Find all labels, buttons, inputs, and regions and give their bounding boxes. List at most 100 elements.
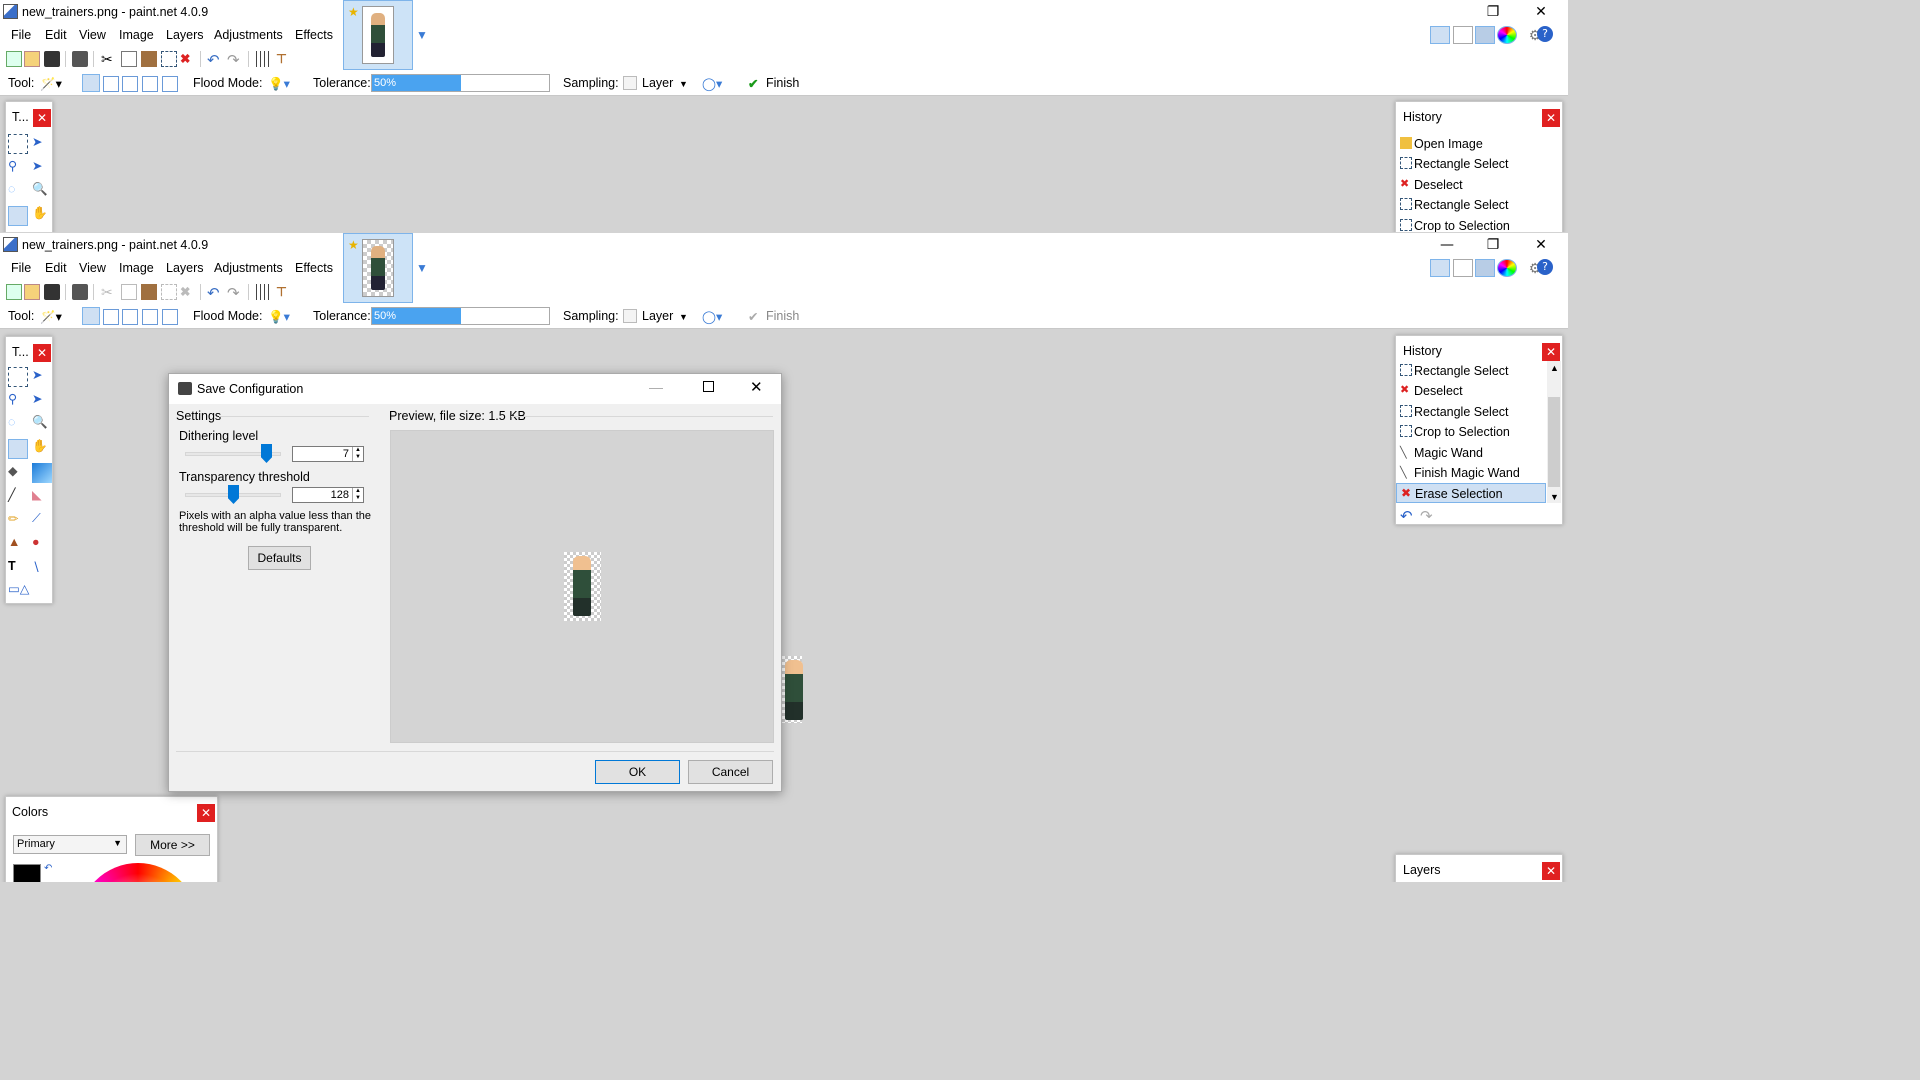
history-redo-icon[interactable]: ↷ (1420, 507, 1433, 525)
magic-wand-tool[interactable] (8, 206, 28, 226)
layers-window-toggle[interactable] (1475, 259, 1495, 277)
selection-mode-intersect[interactable] (142, 76, 158, 92)
cut-icon[interactable]: ✂ (101, 51, 117, 67)
history-close-button[interactable]: ✕ (1542, 109, 1560, 127)
ruler-icon[interactable]: ⊤ (276, 51, 292, 67)
shapes-tool[interactable]: ▭△ (8, 581, 48, 601)
dialog-maximize-button[interactable] (703, 381, 714, 392)
transparency-value-input[interactable]: 128 ▲ ▼ (292, 487, 364, 503)
colors-window-toggle[interactable] (1497, 259, 1517, 277)
text-tool[interactable]: T (8, 559, 28, 579)
rectangle-select-tool[interactable] (8, 134, 28, 154)
tools-close-button[interactable]: ✕ (33, 109, 51, 127)
zoom-tool[interactable]: 🔍 (32, 415, 52, 435)
tools-window-toggle[interactable] (1430, 26, 1450, 44)
history-item[interactable]: ✖ Deselect (1396, 175, 1546, 195)
menu-adjustments[interactable]: Adjustments (214, 28, 283, 42)
ellipse-select-tool[interactable]: ◌ (8, 182, 28, 202)
finish-button[interactable]: Finish (766, 76, 799, 90)
color-picker-tool[interactable]: ⟋ (32, 511, 52, 531)
history-scrollbar[interactable]: ▲ ▼ (1547, 361, 1561, 503)
grid-icon[interactable] (256, 51, 272, 67)
dithering-slider-thumb[interactable] (261, 444, 272, 463)
copy-icon[interactable] (121, 51, 137, 67)
selection-mode-invert[interactable] (162, 76, 178, 92)
transparency-spinner-icon[interactable]: ▲ ▼ (352, 488, 363, 502)
selection-mode-replace[interactable] (82, 307, 100, 325)
undo-icon[interactable]: ↶ (207, 51, 223, 69)
history-item[interactable]: Rectangle Select (1396, 361, 1546, 381)
deselect-icon[interactable]: ✖ (180, 51, 196, 67)
dialog-minimize-button[interactable]: — (649, 379, 663, 395)
selection-mode-exclude[interactable] (122, 76, 138, 92)
scroll-down-icon[interactable]: ▼ (1550, 492, 1559, 502)
zoom-tool[interactable]: 🔍 (32, 182, 52, 202)
clone-stamp-tool[interactable]: ▲ (8, 535, 28, 555)
ellipse-select-tool[interactable]: ◌ (8, 415, 28, 435)
image-list-dropdown-icon[interactable]: ▼ (416, 261, 428, 275)
eraser-tool[interactable]: ◣ (32, 487, 52, 507)
dithering-spinner-icon[interactable]: ▲ ▼ (352, 447, 363, 461)
history-item[interactable]: Crop to Selection (1396, 422, 1546, 442)
selection-mode-replace[interactable] (82, 74, 100, 92)
history-close-button[interactable]: ✕ (1542, 343, 1560, 361)
menu-adjustments[interactable]: Adjustments (214, 261, 283, 275)
line-curve-tool[interactable]: ∖ (32, 559, 52, 579)
menu-image[interactable]: Image (119, 28, 154, 42)
image-thumbnail-tab[interactable]: ★ (343, 0, 413, 70)
history-window-toggle[interactable] (1453, 259, 1473, 277)
lasso-select-tool[interactable]: ⚲ (8, 391, 28, 411)
dialog-close-button[interactable]: ✕ (750, 378, 763, 396)
layers-window-toggle[interactable] (1475, 26, 1495, 44)
restore-button[interactable]: ❐ (1473, 235, 1513, 255)
menu-image[interactable]: Image (119, 261, 154, 275)
selection-mode-union[interactable] (103, 309, 119, 325)
move-selection-tool[interactable]: ➤ (32, 391, 52, 411)
history-item[interactable]: ✖ Deselect (1396, 381, 1546, 401)
history-undo-icon[interactable]: ↶ (1400, 507, 1413, 525)
more-colors-button[interactable]: More >> (135, 834, 210, 856)
history-item[interactable]: Crop to Selection (1396, 216, 1546, 232)
ruler-icon[interactable]: ⊤ (276, 284, 292, 300)
move-selection-tool[interactable]: ➤ (32, 158, 52, 178)
selection-mode-invert[interactable] (162, 309, 178, 325)
primary-color-swatch[interactable] (13, 864, 41, 882)
antialiasing-dropdown[interactable]: ◯▾ (702, 309, 722, 324)
tools-close-button[interactable]: ✕ (33, 344, 51, 362)
paste-icon[interactable] (141, 51, 157, 67)
menu-layers[interactable]: Layers (166, 28, 204, 42)
selection-mode-union[interactable] (103, 76, 119, 92)
history-item[interactable]: ╲ Finish Magic Wand (1396, 463, 1546, 483)
minimize-button[interactable] (1427, 2, 1467, 22)
magic-wand-tool-icon[interactable]: 🪄▾ (40, 309, 62, 325)
redo-icon[interactable]: ↷ (227, 51, 243, 69)
history-item[interactable]: Open Image (1396, 134, 1546, 154)
menu-view[interactable]: View (79, 28, 106, 42)
cut-icon[interactable]: ✂ (101, 284, 117, 300)
copy-icon[interactable] (121, 284, 137, 300)
gradient-tool[interactable] (32, 463, 52, 483)
menu-layers[interactable]: Layers (166, 261, 204, 275)
lasso-select-tool[interactable]: ⚲ (8, 158, 28, 178)
menu-view[interactable]: View (79, 261, 106, 275)
ok-button[interactable]: OK (595, 760, 680, 784)
color-mode-select[interactable]: Primary ▼ (13, 835, 127, 854)
magic-wand-tool-icon[interactable]: 🪄▾ (40, 76, 62, 92)
history-item[interactable]: Rectangle Select (1396, 402, 1546, 422)
swap-colors-icon[interactable]: ↶ (44, 863, 52, 874)
sampling-chevron-icon[interactable]: ▼ (679, 312, 688, 322)
crop-to-selection-icon[interactable] (161, 284, 177, 300)
sampling-chevron-icon[interactable]: ▼ (679, 79, 688, 89)
menu-edit[interactable]: Edit (45, 261, 67, 275)
paste-icon[interactable] (141, 284, 157, 300)
pan-tool[interactable]: ✋ (32, 439, 52, 459)
history-item[interactable]: Rectangle Select (1396, 195, 1546, 215)
colors-close-button[interactable]: ✕ (197, 804, 215, 822)
save-icon[interactable] (44, 284, 60, 300)
sampling-dropdown[interactable]: Layer (642, 309, 673, 323)
paintbrush-tool[interactable]: ╱ (8, 487, 28, 507)
paint-bucket-tool[interactable]: ◆ (8, 463, 28, 483)
history-item[interactable]: ╲ Magic Wand (1396, 443, 1546, 463)
deselect-icon[interactable]: ✖ (180, 284, 196, 300)
menu-effects[interactable]: Effects (295, 28, 333, 42)
